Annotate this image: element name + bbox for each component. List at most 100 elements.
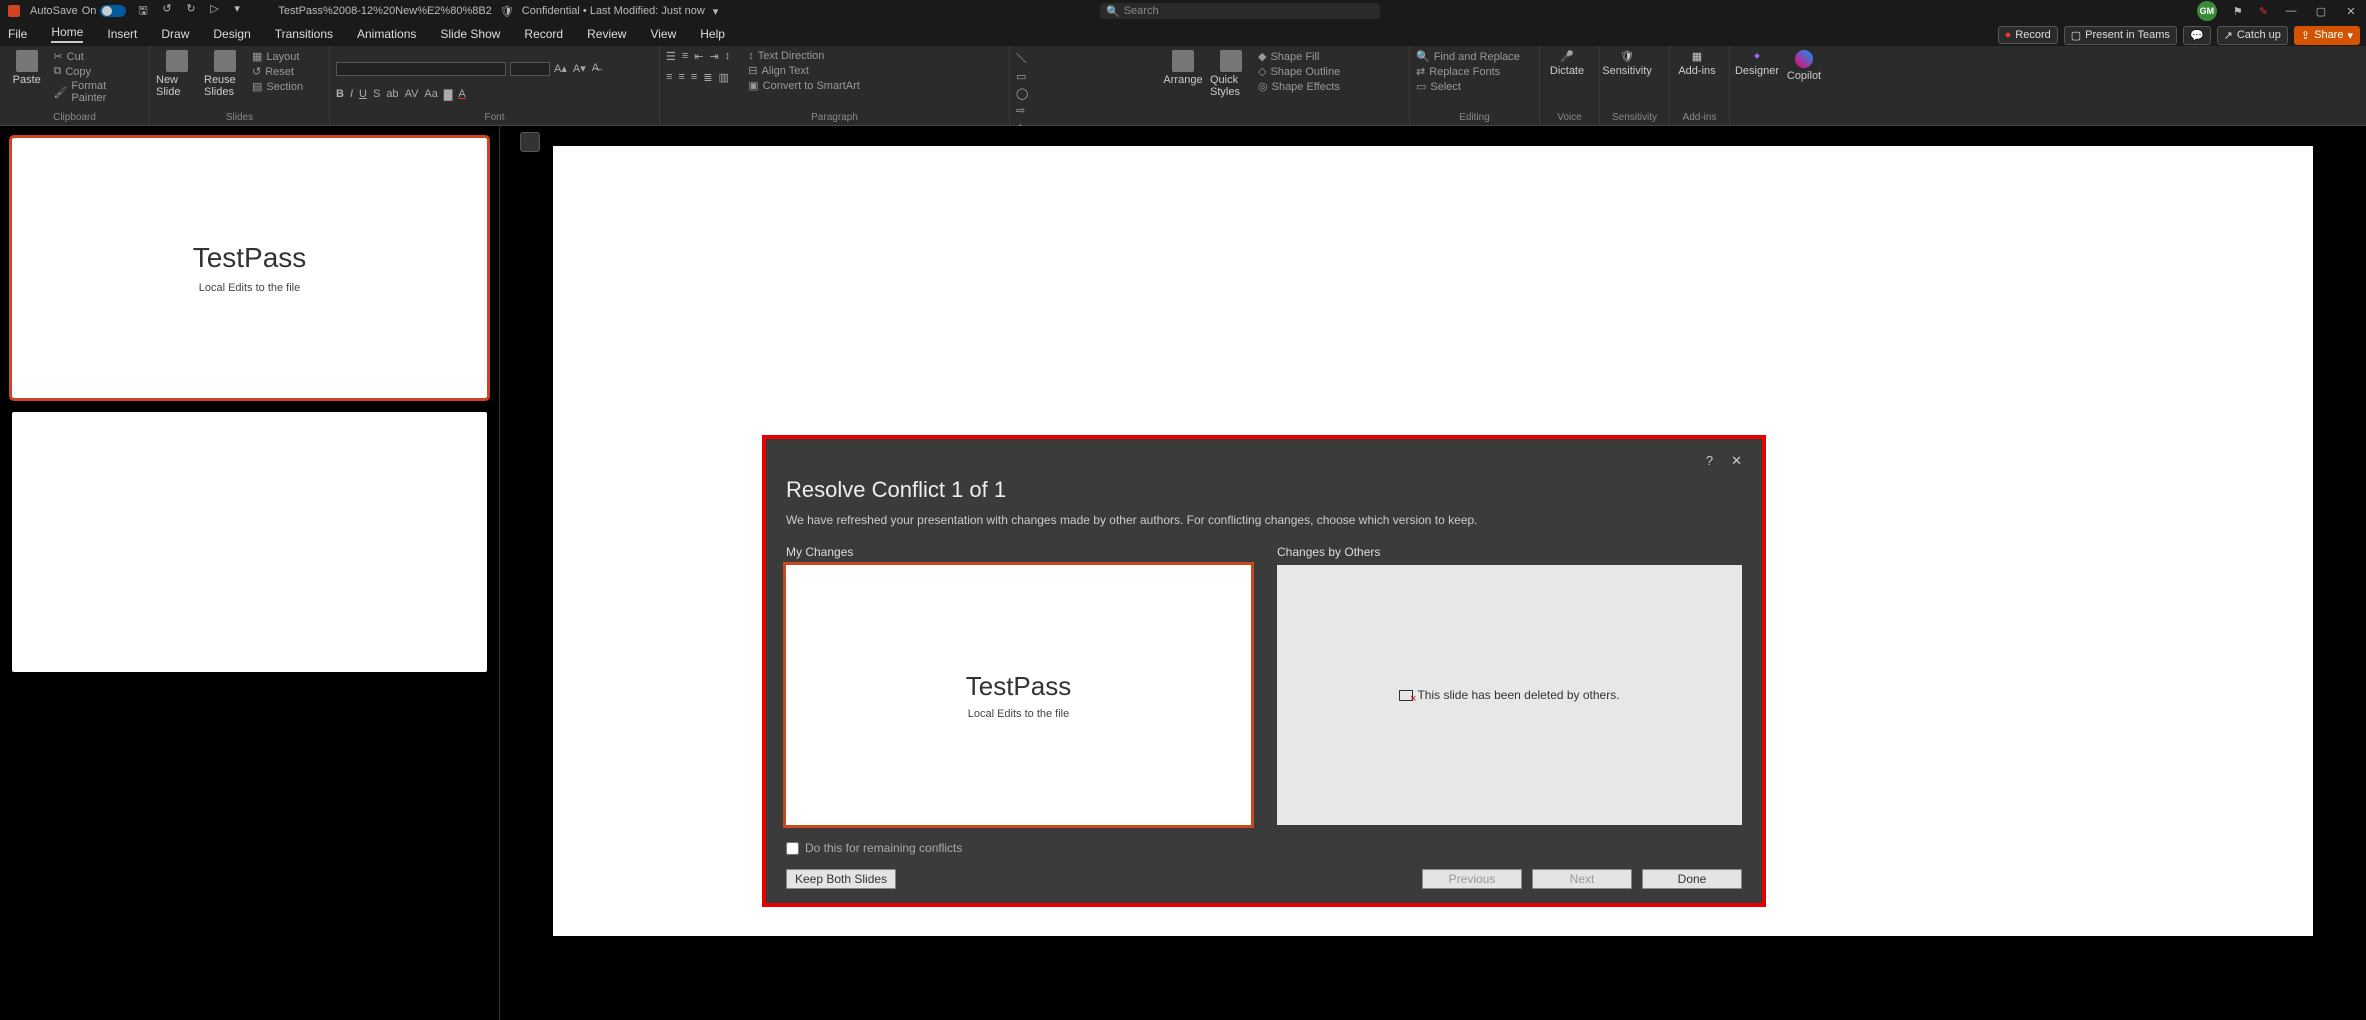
highlight-button[interactable]: ▇ xyxy=(444,88,452,101)
quick-styles-button[interactable]: Quick Styles xyxy=(1210,50,1252,98)
reuse-slides-icon xyxy=(214,50,236,72)
tab-review[interactable]: Review xyxy=(587,27,626,41)
qat-dropdown-icon[interactable]: ▾ xyxy=(234,2,248,21)
remaining-conflicts-label: Do this for remaining conflicts xyxy=(805,841,962,855)
tab-design[interactable]: Design xyxy=(213,27,250,41)
minimize-button[interactable]: — xyxy=(2284,5,2298,17)
arrange-button[interactable]: Arrange xyxy=(1162,50,1204,86)
avatar[interactable]: GM xyxy=(2197,1,2217,21)
italic-button[interactable]: I xyxy=(350,88,353,101)
format-painter-button[interactable]: 🖌Format Painter xyxy=(53,80,143,104)
font-color-button[interactable]: A xyxy=(458,88,465,101)
maximize-button[interactable]: ▢ xyxy=(2314,5,2328,18)
close-button[interactable]: ✕ xyxy=(2344,5,2358,18)
shape-outline-button[interactable]: ◇Shape Outline xyxy=(1258,65,1340,78)
line-spacing-icon[interactable]: ↕ xyxy=(725,50,731,63)
tab-home[interactable]: Home xyxy=(51,25,83,43)
indent-inc-icon[interactable]: ⇥ xyxy=(710,50,719,63)
present-teams-button[interactable]: ▢Present in Teams xyxy=(2064,26,2177,45)
previous-button[interactable]: Previous xyxy=(1422,869,1522,889)
notification-icon[interactable]: ⚑ xyxy=(2233,5,2243,18)
copy-icon: ⧉ xyxy=(53,65,61,78)
tab-slideshow[interactable]: Slide Show xyxy=(440,27,500,41)
font-size-input[interactable] xyxy=(510,62,550,76)
smartart-button[interactable]: ▣Convert to SmartArt xyxy=(748,79,860,92)
save-icon[interactable]: 🖫 xyxy=(138,2,152,21)
copilot-button[interactable]: Copilot xyxy=(1784,50,1824,82)
justify-icon[interactable]: ≣ xyxy=(703,71,712,84)
decrease-font-icon[interactable]: A▾ xyxy=(573,62,586,75)
others-changes-panel[interactable]: Changes by Others This slide has been de… xyxy=(1277,545,1742,825)
tab-animations[interactable]: Animations xyxy=(357,27,416,41)
shape-effects-button[interactable]: ◎Shape Effects xyxy=(1258,80,1340,93)
designer-button[interactable]: ✦Designer xyxy=(1736,50,1778,77)
tab-transitions[interactable]: Transitions xyxy=(275,27,333,41)
keep-both-button[interactable]: Keep Both Slides xyxy=(786,869,896,889)
shadow-button[interactable]: ab xyxy=(386,88,398,101)
select-button[interactable]: ▭Select xyxy=(1416,80,1520,93)
dialog-help-button[interactable]: ? xyxy=(1706,453,1713,473)
cut-button[interactable]: ✂Cut xyxy=(53,50,143,63)
addins-icon: ▦ xyxy=(1692,50,1702,63)
dictate-button[interactable]: 🎤Dictate xyxy=(1546,50,1588,77)
paste-icon xyxy=(16,50,38,72)
next-button[interactable]: Next xyxy=(1532,869,1632,889)
redo-icon[interactable]: ↻ xyxy=(186,2,200,21)
align-right-icon[interactable]: ≡ xyxy=(691,71,697,84)
sensitivity-button[interactable]: 🛡Sensitivity xyxy=(1606,50,1648,77)
paste-button[interactable]: Paste xyxy=(6,50,47,86)
comments-button[interactable]: 💬 xyxy=(2183,26,2211,45)
shape-fill-button[interactable]: ◆Shape Fill xyxy=(1258,50,1340,63)
find-button[interactable]: 🔍Find and Replace xyxy=(1416,50,1520,63)
thumbnail-2[interactable] xyxy=(12,412,487,672)
replace-fonts-button[interactable]: ⇄Replace Fonts xyxy=(1416,65,1520,78)
tab-insert[interactable]: Insert xyxy=(107,27,137,41)
increase-font-icon[interactable]: A▴ xyxy=(554,62,567,75)
font-family-input[interactable] xyxy=(336,62,506,76)
reuse-slides-button[interactable]: Reuse Slides xyxy=(204,50,246,98)
thumbnail-1[interactable]: TestPass Local Edits to the file xyxy=(12,138,487,398)
dialog-close-button[interactable]: ✕ xyxy=(1731,453,1742,473)
align-center-icon[interactable]: ≡ xyxy=(678,71,684,84)
tab-record[interactable]: Record xyxy=(524,27,563,41)
tab-draw[interactable]: Draw xyxy=(161,27,189,41)
new-slide-button[interactable]: New Slide xyxy=(156,50,198,98)
indent-dec-icon[interactable]: ⇤ xyxy=(694,50,703,63)
tab-view[interactable]: View xyxy=(650,27,676,41)
clear-format-icon[interactable]: A̶ xyxy=(592,62,599,75)
filename-area[interactable]: TestPass%2008-12%20New%E2%80%8B2 🛡 Confi… xyxy=(278,5,718,18)
autosave-toggle[interactable]: AutoSave On xyxy=(30,5,126,17)
remaining-conflicts-checkbox[interactable] xyxy=(786,842,799,855)
text-direction-button[interactable]: ↕Text Direction xyxy=(748,50,860,62)
addins-button[interactable]: ▦Add-ins xyxy=(1676,50,1718,77)
share-button[interactable]: ⇪Share▾ xyxy=(2294,26,2360,45)
undo-icon[interactable]: ↺ xyxy=(162,2,176,21)
spacing-button[interactable]: AV xyxy=(405,88,419,101)
copy-button[interactable]: ⧉Copy xyxy=(53,65,143,78)
quick-access-toolbar: 🖫 ↺ ↻ ▷ ▾ xyxy=(138,2,248,21)
strike-button[interactable]: S xyxy=(373,88,380,101)
bullets-icon[interactable]: ☰ xyxy=(666,50,676,63)
columns-icon[interactable]: ▥ xyxy=(718,71,728,84)
my-changes-panel[interactable]: My Changes TestPass Local Edits to the f… xyxy=(786,545,1251,825)
group-label: Editing xyxy=(1416,112,1533,123)
start-icon[interactable]: ▷ xyxy=(210,2,224,21)
numbering-icon[interactable]: ≡ xyxy=(682,50,688,63)
align-text-button[interactable]: ⊟Align Text xyxy=(748,64,860,77)
done-button[interactable]: Done xyxy=(1642,869,1742,889)
catchup-button[interactable]: ↗Catch up xyxy=(2217,26,2288,45)
cameo-button[interactable] xyxy=(520,132,540,152)
record-button[interactable]: ●Record xyxy=(1998,26,2058,44)
section-button[interactable]: ▤Section xyxy=(252,80,303,93)
align-left-icon[interactable]: ≡ xyxy=(666,71,672,84)
search-input[interactable]: 🔍 Search xyxy=(1100,3,1380,19)
layout-button[interactable]: ▦Layout xyxy=(252,50,303,63)
reset-button[interactable]: ↺Reset xyxy=(252,65,303,78)
case-button[interactable]: Aa xyxy=(424,88,437,101)
bold-button[interactable]: B xyxy=(336,88,344,101)
underline-button[interactable]: U xyxy=(359,88,367,101)
outline-icon: ◇ xyxy=(1258,65,1266,78)
pen-icon[interactable]: ✎ xyxy=(2259,5,2268,18)
tab-file[interactable]: File xyxy=(8,27,27,41)
tab-help[interactable]: Help xyxy=(700,27,725,41)
